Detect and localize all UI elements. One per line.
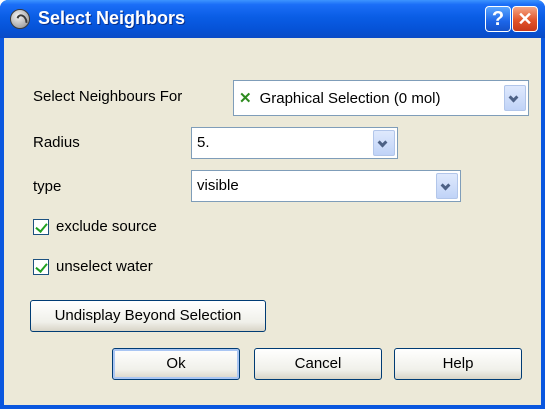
type-value: visible: [197, 177, 239, 194]
title-close-button[interactable]: ✕: [512, 6, 538, 32]
radius-combo[interactable]: 5.: [191, 127, 398, 159]
select-for-dropdown-arrow-icon[interactable]: [504, 85, 526, 111]
dialog-window: Select Neighbors ? ✕ Select Neighbours F…: [0, 0, 545, 409]
exclude-source-checkbox[interactable]: [33, 219, 49, 235]
radius-value: 5.: [197, 134, 210, 151]
type-dropdown-arrow-icon[interactable]: [436, 173, 458, 199]
radius-label: Radius: [33, 134, 80, 151]
unselect-water-checkbox[interactable]: [33, 259, 49, 275]
help-button[interactable]: Help: [394, 348, 522, 380]
ok-button[interactable]: Ok: [112, 348, 240, 380]
green-x-icon: ✕: [239, 90, 252, 107]
unselect-water-label[interactable]: unselect water: [56, 258, 153, 275]
radius-dropdown-arrow-icon[interactable]: [373, 130, 395, 156]
title-bar[interactable]: Select Neighbors ? ✕: [0, 0, 545, 38]
exclude-source-label[interactable]: exclude source: [56, 218, 157, 235]
dialog-body: Select Neighbours For ✕ Graphical Selecti…: [4, 38, 541, 405]
type-combo[interactable]: visible: [191, 170, 461, 202]
undisplay-beyond-selection-button[interactable]: Undisplay Beyond Selection: [30, 300, 266, 332]
type-label: type: [33, 178, 62, 195]
app-icon: [10, 9, 30, 29]
select-for-value: Graphical Selection (0 mol): [259, 90, 441, 107]
select-for-value-wrap: ✕ Graphical Selection (0 mol): [239, 89, 441, 107]
select-for-label: Select Neighbours For: [33, 88, 183, 105]
title-help-button[interactable]: ?: [485, 6, 511, 32]
window-title: Select Neighbors: [38, 8, 186, 28]
cancel-button[interactable]: Cancel: [254, 348, 382, 380]
select-for-combo[interactable]: ✕ Graphical Selection (0 mol): [233, 80, 529, 116]
